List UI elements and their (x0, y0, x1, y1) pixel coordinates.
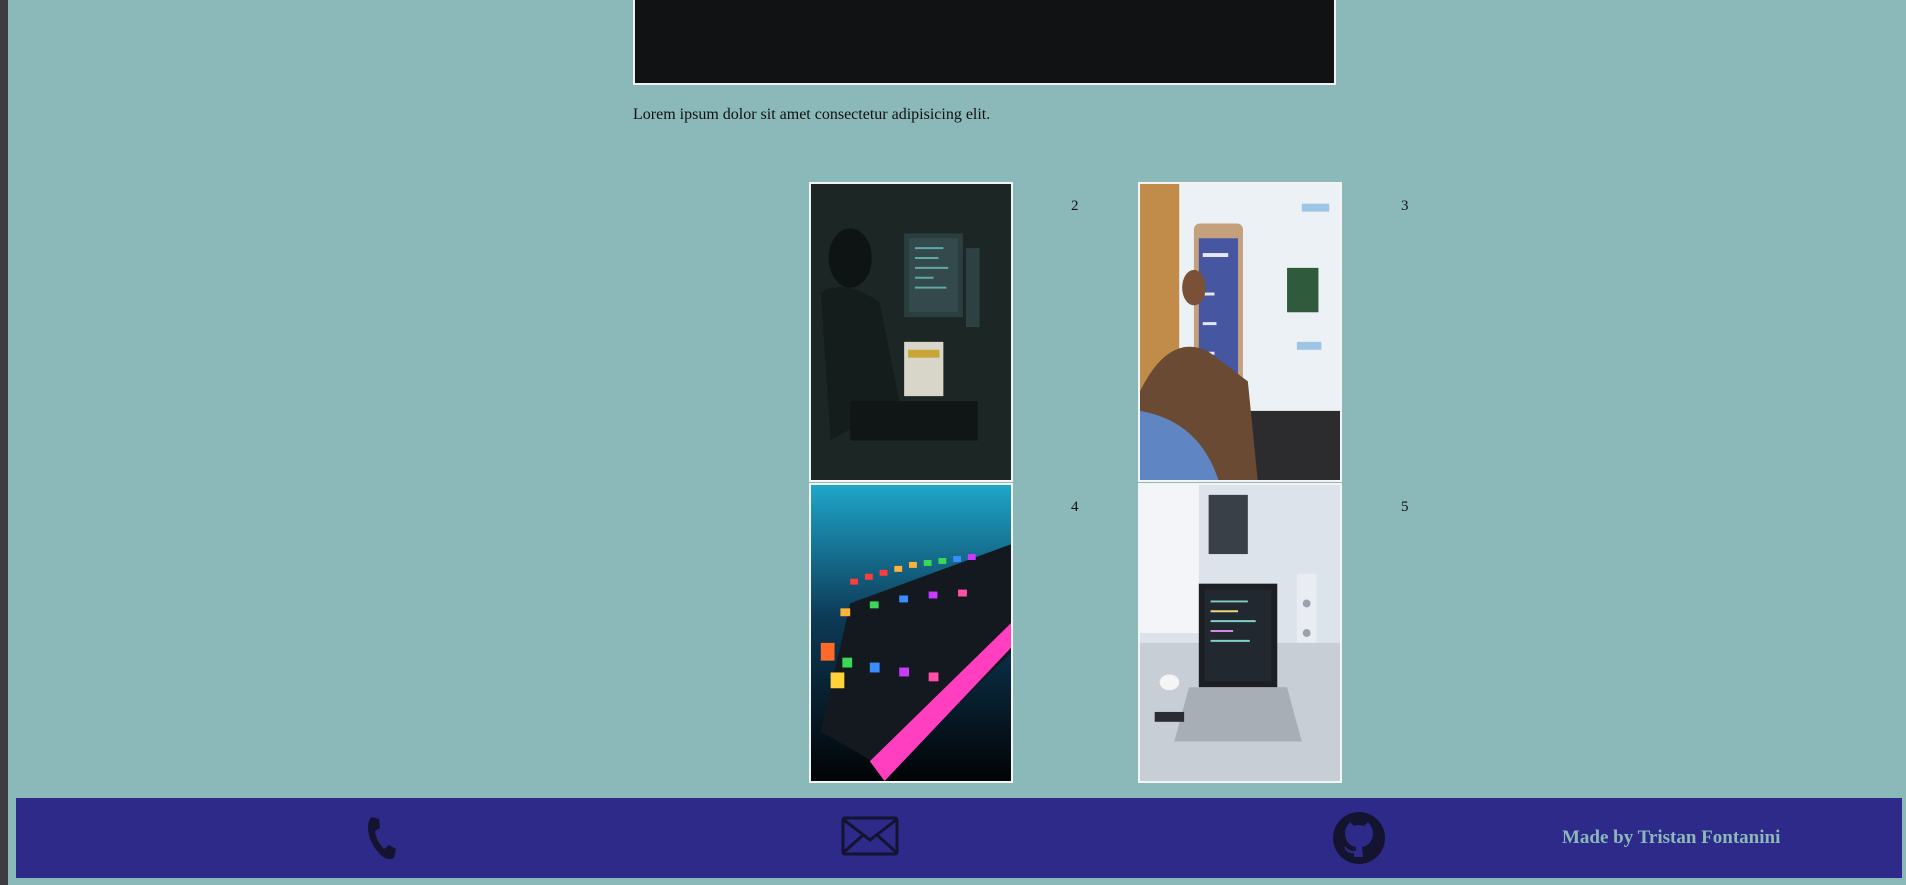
window-edge (0, 0, 8, 885)
github-icon[interactable] (1332, 811, 1386, 865)
gallery-number: 2 (1071, 198, 1079, 214)
gallery-number: 5 (1401, 499, 1409, 515)
intro-text: Lorem ipsum dolor sit amet consectetur a… (633, 106, 991, 123)
footer-credit: Made by Tristan Fontanini (1562, 827, 1781, 848)
gallery-image-laptop[interactable] (1138, 483, 1342, 783)
video-player[interactable] (633, 0, 1336, 85)
gallery-number: 3 (1401, 198, 1409, 214)
gallery-number: 4 (1071, 499, 1079, 515)
gallery-image-keyboard[interactable] (809, 483, 1013, 783)
gallery-image-phone[interactable] (1138, 182, 1342, 482)
mail-icon[interactable] (841, 816, 899, 856)
gallery-image-hacker[interactable] (809, 182, 1013, 482)
phone-icon[interactable] (364, 815, 398, 861)
